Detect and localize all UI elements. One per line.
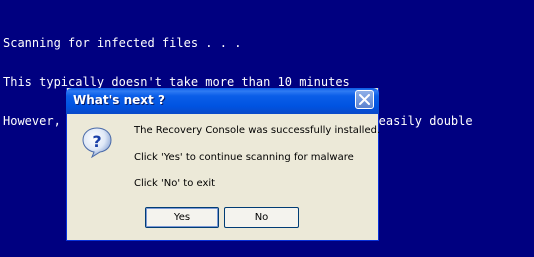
dialog-message-no: Click 'No' to exit [134,178,216,189]
close-button[interactable] [355,90,374,109]
whats-next-dialog: What's next ? ? The Recovery Console was… [66,88,381,241]
question-icon: ? [82,127,112,158]
yes-button[interactable]: Yes [145,207,219,228]
close-icon [359,94,370,105]
dialog-message-installed: The Recovery Console was successfully in… [134,125,381,136]
console-screen: { "console": { "lines": [ "Scanning for … [0,0,534,257]
svg-text:?: ? [92,132,101,151]
no-button[interactable]: No [224,207,299,228]
dialog-titlebar[interactable]: What's next ? [66,88,379,114]
dialog-title: What's next ? [73,93,165,107]
dialog-message-yes: Click 'Yes' to continue scanning for mal… [134,152,354,163]
console-line: Scanning for infected files . . . [3,36,242,50]
